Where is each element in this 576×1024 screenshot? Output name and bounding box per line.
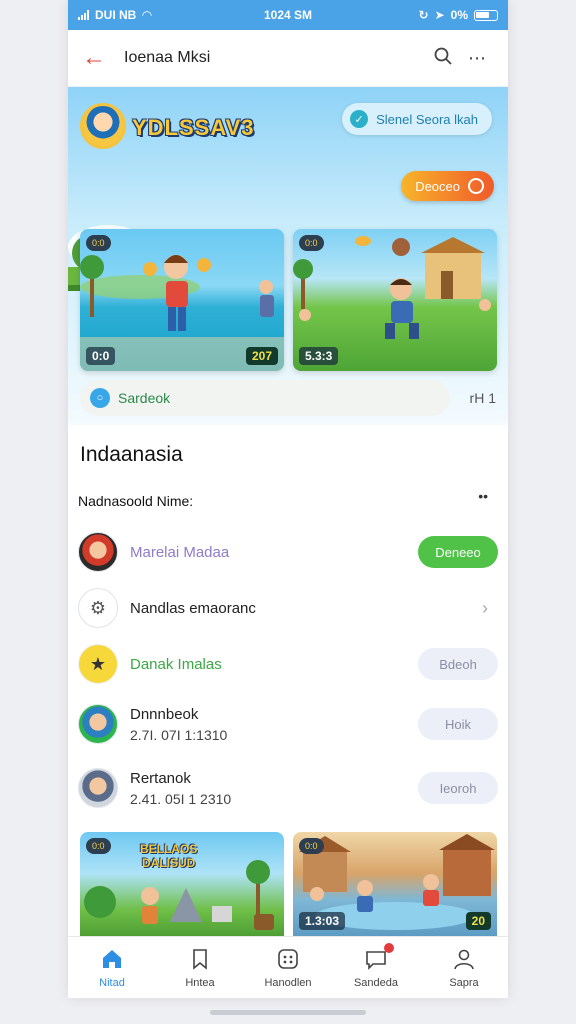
info-icon: ✓ xyxy=(350,110,369,128)
list-item-name: Danak Imalas xyxy=(130,655,222,673)
card-score-left: 1.3:03 xyxy=(299,912,346,930)
wifi-icon: ◠ xyxy=(142,8,152,22)
tab-label: Sandeda xyxy=(353,976,399,989)
location-icon: ➤ xyxy=(434,8,445,22)
hero-cta-button[interactable]: Deoceo xyxy=(401,171,494,201)
list-item[interactable]: Marelai Madaa Deneeo xyxy=(68,524,508,580)
hero-info-pill[interactable]: ✓ Slenel Seora lkah xyxy=(342,103,492,135)
status-left: DUI NB ◠ xyxy=(78,8,152,22)
battery-percent: 0% xyxy=(450,8,468,22)
back-arrow-icon[interactable]: ← xyxy=(82,44,110,72)
list-item-meta: 2.7I. 07I 1:1310 xyxy=(130,726,228,743)
search-icon[interactable] xyxy=(426,47,460,70)
heart-icon xyxy=(468,178,484,194)
game-card-field[interactable]: 0:0 5.3:3 xyxy=(293,229,497,371)
list-item-name: Dnnnbeok xyxy=(130,705,199,723)
list-item-text: Marelai Madaa xyxy=(130,544,418,561)
avatar xyxy=(78,532,118,572)
app-header: ← Ioenaa Mksi ⋯ xyxy=(68,30,508,87)
game-card-plaza[interactable]: 0:0 1.3:03 20 xyxy=(293,832,497,936)
section-more-icon[interactable]: •• xyxy=(478,488,488,504)
list-item[interactable]: Rertanok 2.41. 05I 1 2310 Ieoroh xyxy=(68,756,508,820)
list-item-action-button[interactable]: Ieoroh xyxy=(418,772,498,804)
tab-label: Hanodlen xyxy=(264,976,312,989)
person-icon xyxy=(452,947,476,971)
card-badge: 0:0 xyxy=(86,235,111,251)
list-item-text: Nandlas emaoranc xyxy=(130,600,482,617)
list-item-text: Dnnnbeok 2.7I. 07I 1:1310 xyxy=(130,706,418,743)
notification-dot xyxy=(384,942,394,953)
search-icon: ○ xyxy=(90,388,110,408)
phone-screen: DUI NB ◠ 1024 SM ↻ ➤ 0% ← Ioenaa Mksi ⋯ xyxy=(68,0,508,998)
tab-home[interactable]: Nitad xyxy=(68,937,156,998)
tab-label: Hntea xyxy=(185,976,215,989)
card-badge: 0:0 xyxy=(299,838,324,854)
carrier-text: DUI NB xyxy=(95,8,137,22)
battery-icon xyxy=(474,9,498,21)
list-item-action-button[interactable]: Hoik xyxy=(418,708,498,740)
card-banner-title: BELLAOS DALISUD xyxy=(140,842,198,870)
hero-cta-label: Deoceo xyxy=(415,178,460,194)
hero-title: YDLSSAV3 xyxy=(132,115,255,140)
list-item[interactable]: ★ Danak Imalas Bdeoh xyxy=(68,636,508,692)
tab-apps[interactable]: Hanodlen xyxy=(244,937,332,998)
list-item-name: Marelai Madaa xyxy=(130,543,230,561)
avatar xyxy=(78,768,118,808)
section-subtitle: Nadnasoold Nime: xyxy=(78,493,194,509)
card-badge: 0:0 xyxy=(86,838,111,854)
card-badge: 0:0 xyxy=(299,235,324,251)
hero-banner: YDLSSAV3 ✓ Slenel Seora lkah Deoceo 0:0 … xyxy=(68,87,508,425)
player-avatar[interactable] xyxy=(80,103,126,149)
list-item[interactable]: ⚙ Nandlas emaoranc › xyxy=(68,580,508,636)
bookmark-icon xyxy=(188,947,212,971)
status-right: ↻ ➤ 0% xyxy=(419,8,498,22)
list-item-text: Rertanok 2.41. 05I 1 2310 xyxy=(130,770,418,807)
signal-icon xyxy=(78,10,89,20)
list-item-name: Nandlas emaoranc xyxy=(130,599,256,617)
search-row: ○ Sardeok rH 1 xyxy=(80,380,496,416)
list-item-action-button[interactable]: Deneeo xyxy=(418,536,498,568)
more-icon[interactable]: ⋯ xyxy=(460,48,494,69)
list-item-name: Rertanok xyxy=(130,769,191,787)
tab-profile[interactable]: Sapra xyxy=(420,937,508,998)
game-card-beach[interactable]: 0:0 0:0 207 xyxy=(80,229,284,371)
card-score-left: 0:0 xyxy=(86,347,116,365)
tab-messages[interactable]: Sandeda xyxy=(332,937,420,998)
message-icon xyxy=(364,942,394,971)
chevron-right-icon[interactable]: › xyxy=(482,598,488,619)
game-card-village[interactable]: 0:0 BELLAOS DALISUD xyxy=(80,832,284,936)
avatar xyxy=(78,704,118,744)
home-icon xyxy=(100,947,124,971)
card-score: 20 xyxy=(465,912,491,930)
apps-icon xyxy=(276,947,300,971)
hero-pill-label: Slenel Seora lkah xyxy=(376,111,478,127)
tab-label: Sapra xyxy=(449,976,479,989)
badge-icon: ★ xyxy=(78,644,118,684)
bottom-game-cards: 0:0 BELLAOS DALISUD 0:0 1.3:03 20 xyxy=(80,832,497,936)
home-indicator[interactable] xyxy=(210,1010,366,1015)
search-field[interactable]: ○ Sardeok xyxy=(80,380,450,416)
list-item-action-button[interactable]: Bdeoh xyxy=(418,648,498,680)
gear-icon: ⚙ xyxy=(78,588,118,628)
header-title: Ioenaa Mksi xyxy=(124,49,211,66)
card-score: 5.3:3 xyxy=(299,347,339,365)
tab-bookmarks[interactable]: Hntea xyxy=(156,937,244,998)
search-input[interactable]: Sardeok xyxy=(118,390,170,406)
search-count: rH 1 xyxy=(469,390,496,406)
list-item-text: Danak Imalas xyxy=(130,656,418,673)
list-item[interactable]: Dnnnbeok 2.7I. 07I 1:1310 Hoik xyxy=(68,692,508,756)
status-bar: DUI NB ◠ 1024 SM ↻ ➤ 0% xyxy=(68,0,508,30)
bottom-tab-bar: Nitad Hntea Hanodlen Sandeda Sapra xyxy=(68,936,508,998)
tab-label: Nitad xyxy=(99,976,125,989)
sync-icon: ↻ xyxy=(418,8,429,22)
card-score: 207 xyxy=(245,347,278,365)
section-title: Indaanasia xyxy=(80,443,183,466)
player-list: Marelai Madaa Deneeo ⚙ Nandlas emaoranc … xyxy=(68,524,508,820)
list-item-meta: 2.41. 05I 1 2310 xyxy=(130,790,232,807)
